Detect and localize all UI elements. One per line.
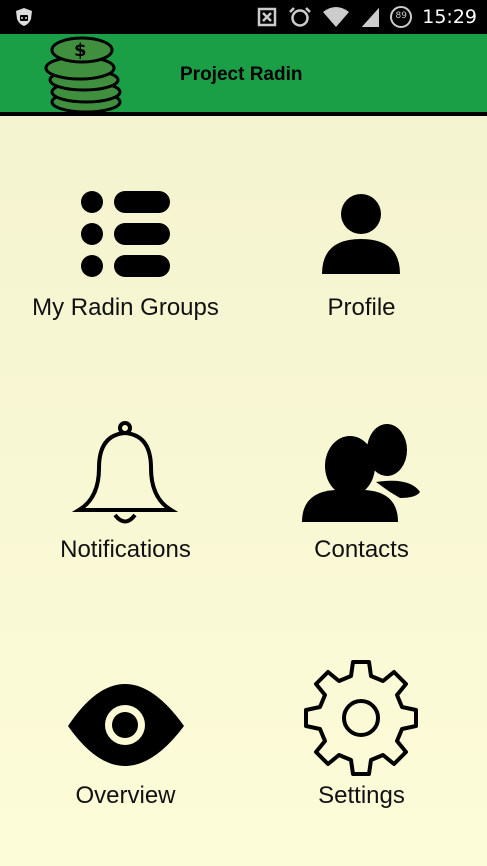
menu-label-profile: Profile — [327, 294, 396, 321]
menu-label-overview: Overview — [75, 782, 176, 809]
battery-icon: 89 — [390, 6, 413, 28]
person-icon — [322, 194, 400, 274]
menu-item-profile[interactable]: Profile — [240, 180, 483, 420]
menu-item-settings[interactable]: Settings — [240, 660, 483, 866]
coin-stack-icon[interactable]: $ — [36, 34, 128, 116]
menu-item-my-radin-groups[interactable]: My Radin Groups — [4, 180, 247, 420]
contacts-icon — [302, 424, 420, 522]
bell-icon — [71, 421, 179, 524]
status-bar: 89 15:29 — [0, 0, 487, 34]
eye-icon — [68, 684, 184, 766]
menu-label-settings: Settings — [318, 782, 405, 809]
menu-label-notifications: Notifications — [60, 536, 191, 563]
menu-label-my-radin-groups: My Radin Groups — [32, 294, 219, 321]
menu-item-overview[interactable]: Overview — [4, 660, 247, 866]
app-title: Project Radin — [180, 64, 303, 85]
list-icon — [81, 191, 170, 277]
main-menu-grid: My Radin Groups Profile Notifications Co… — [0, 120, 487, 866]
menu-item-notifications[interactable]: Notifications — [4, 420, 247, 660]
battery-level: 89 — [395, 11, 407, 21]
svg-text:$: $ — [74, 40, 87, 61]
app-bar: $ Project Radin — [0, 34, 487, 116]
menu-label-contacts: Contacts — [314, 536, 409, 563]
nfc-icon — [257, 7, 277, 27]
signal-icon — [360, 6, 380, 28]
wifi-icon — [323, 7, 350, 27]
gear-icon — [304, 660, 418, 776]
app-shield-icon — [16, 8, 32, 26]
status-time: 15:29 — [422, 6, 477, 28]
alarm-icon — [289, 7, 312, 27]
menu-item-contacts[interactable]: Contacts — [240, 420, 483, 660]
